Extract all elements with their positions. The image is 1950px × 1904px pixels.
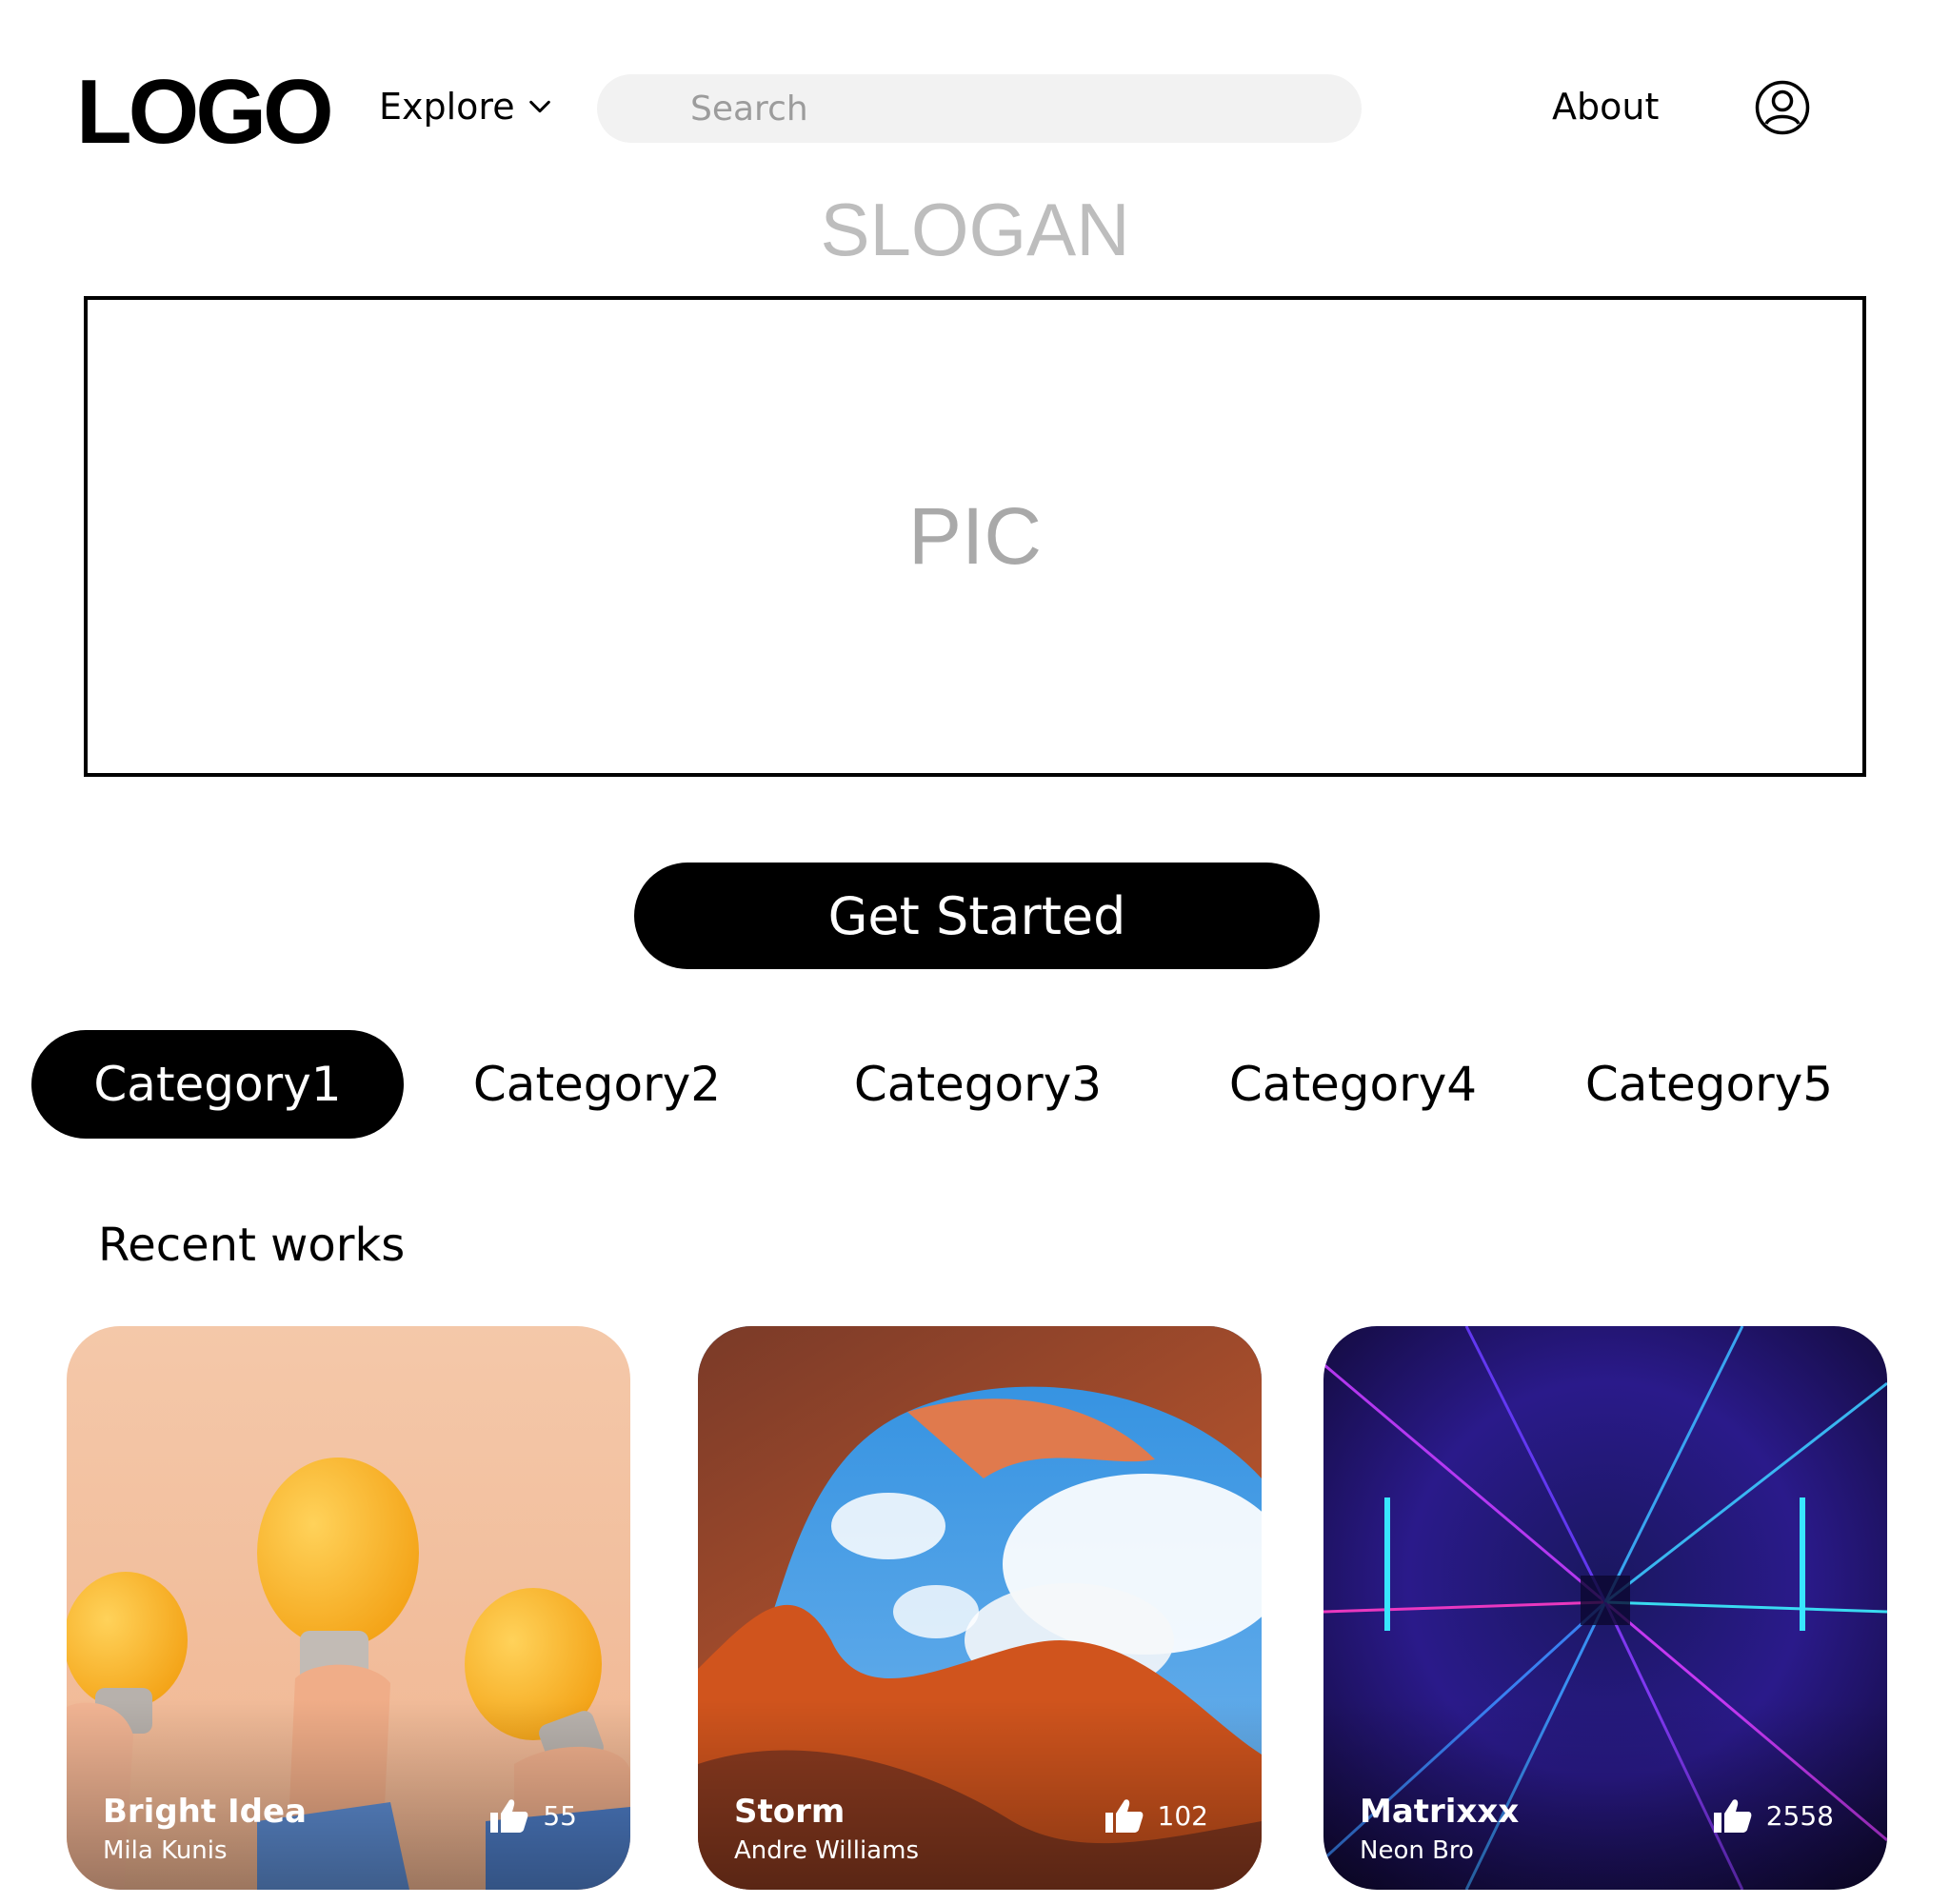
about-link[interactable]: About: [1552, 86, 1659, 128]
chevron-down-icon: [528, 100, 550, 113]
card-author: Neon Bro: [1360, 1836, 1474, 1865]
thumbs-up-icon: [490, 1799, 528, 1833]
like-count: 102: [1157, 1799, 1208, 1832]
category-tab-3[interactable]: Category3: [821, 1030, 1135, 1139]
search-bar[interactable]: [597, 74, 1362, 143]
search-input[interactable]: [597, 74, 1362, 143]
category-tab-4[interactable]: Category4: [1196, 1030, 1510, 1139]
card-title: Bright Idea: [103, 1793, 307, 1831]
card-author: Andre Williams: [734, 1836, 919, 1865]
user-icon[interactable]: [1755, 80, 1810, 135]
explore-label: Explore: [379, 86, 515, 128]
category-tab-1[interactable]: Category1: [31, 1030, 404, 1139]
card-title: Storm: [734, 1793, 846, 1831]
category-tab-5[interactable]: Category5: [1552, 1030, 1866, 1139]
work-card-matrixxx[interactable]: Matrixxx Neon Bro 2558: [1323, 1326, 1887, 1890]
work-card-storm[interactable]: Storm Andre Williams 102: [698, 1326, 1262, 1890]
slogan: SLOGAN: [820, 188, 1130, 271]
like-button[interactable]: 55: [489, 1796, 577, 1835]
like-count: 55: [543, 1799, 577, 1832]
category-tab-2[interactable]: Category2: [440, 1030, 754, 1139]
hero-image-placeholder: PIC: [84, 296, 1866, 777]
work-card-bright-idea[interactable]: Bright Idea Mila Kunis 55: [67, 1326, 630, 1890]
thumbs-up-icon: [1104, 1799, 1143, 1833]
recent-works-heading: Recent works: [98, 1219, 406, 1272]
like-button[interactable]: 102: [1104, 1796, 1208, 1835]
thumbs-up-icon: [1713, 1799, 1752, 1833]
like-button[interactable]: 2558: [1713, 1796, 1834, 1835]
like-count: 2558: [1765, 1799, 1834, 1832]
hero-placeholder-label: PIC: [907, 491, 1043, 581]
get-started-button[interactable]: Get Started: [634, 863, 1320, 969]
card-title: Matrixxx: [1360, 1793, 1520, 1831]
card-author: Mila Kunis: [103, 1836, 228, 1865]
explore-menu[interactable]: Explore: [379, 86, 553, 128]
logo[interactable]: LOGO: [76, 67, 334, 158]
